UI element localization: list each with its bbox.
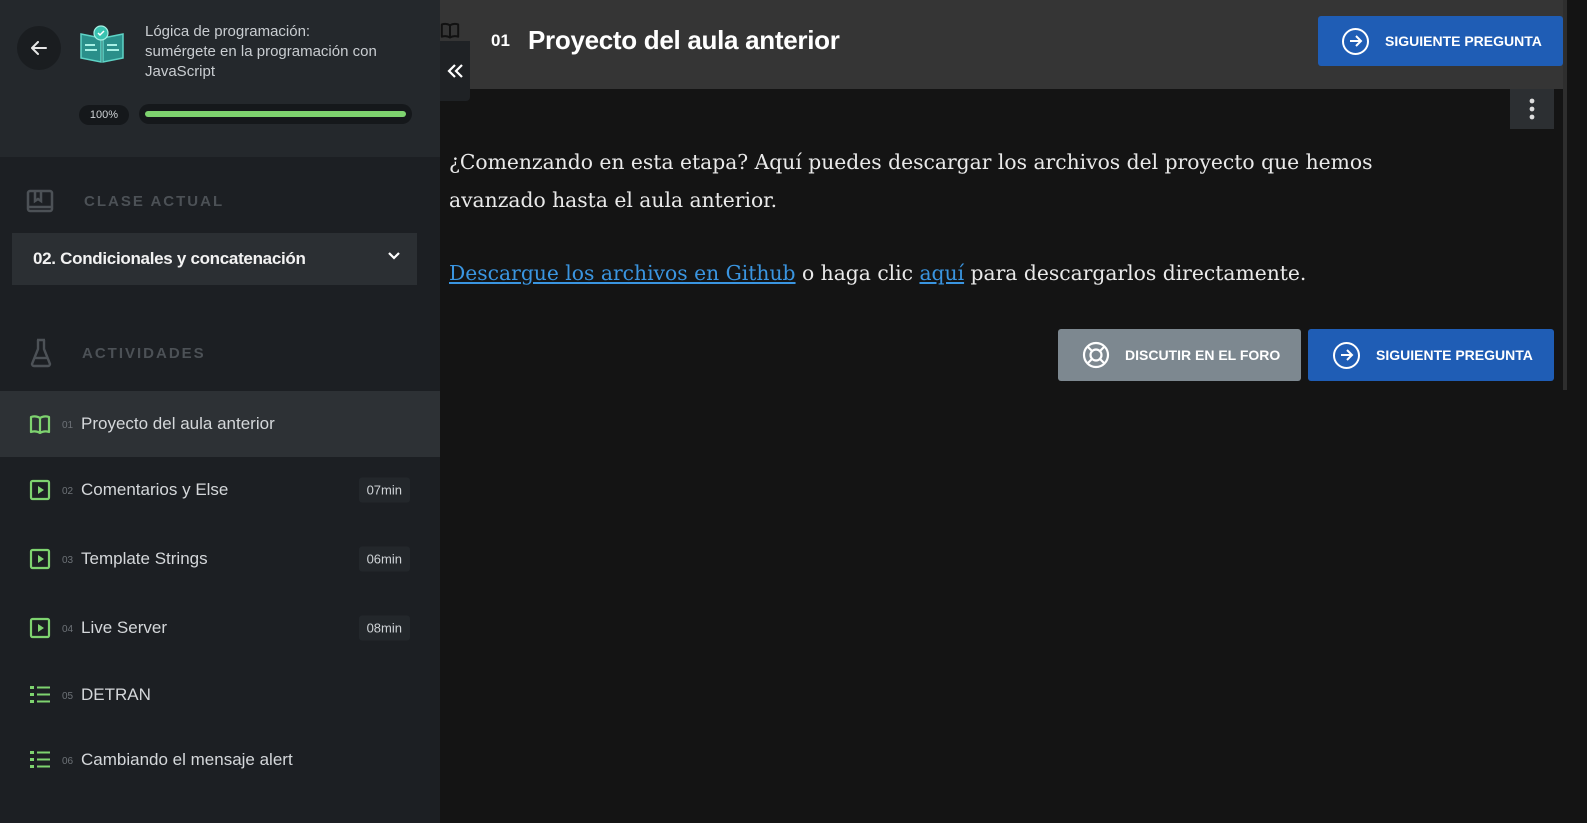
- activity-duration: 08min: [358, 615, 410, 641]
- activity-title: Template Strings: [81, 549, 208, 568]
- current-class-select[interactable]: 02. Condicionales y concatenación: [12, 233, 417, 285]
- activity-title: Cambiando el mensaje alert: [81, 750, 293, 769]
- next-question-button[interactable]: SIGUIENTE PREGUNTA: [1318, 16, 1563, 66]
- arrow-left-icon: [31, 41, 47, 55]
- play-icon: [29, 479, 51, 501]
- lesson-header: 01 Proyecto del aula anterior SIGUIENTE …: [440, 0, 1567, 101]
- next-question-label: SIGUIENTE PREGUNTA: [1385, 33, 1542, 49]
- arrow-right-circle-icon: [1333, 341, 1360, 369]
- progress-bar-fill: [145, 111, 406, 117]
- paragraph-text: o haga clic: [795, 261, 920, 285]
- list-icon: [30, 686, 50, 703]
- class-book-icon: [26, 189, 54, 213]
- next-question-label: SIGUIENTE PREGUNTA: [1376, 347, 1533, 363]
- activity-duration: 06min: [358, 546, 410, 572]
- activity-item-02[interactable]: 02 Comentarios y Else 07min: [0, 458, 440, 522]
- download-paragraph: Descargue los archivos en Github o haga …: [449, 254, 1449, 292]
- collapse-sidebar-button[interactable]: [440, 41, 470, 101]
- activity-number: 03: [62, 555, 74, 567]
- scrollbar[interactable]: [1563, 0, 1567, 390]
- progress-percent: 100%: [79, 105, 129, 125]
- activities-label: ACTIVIDADES: [82, 345, 206, 362]
- course-logo-icon: [80, 25, 124, 63]
- intro-paragraph: ¿Comenzando en esta etapa? Aquí puedes d…: [449, 150, 1373, 212]
- activity-number: 05: [62, 691, 74, 703]
- lesson-number: 01: [491, 31, 510, 50]
- discuss-forum-label: DISCUTIR EN EL FORO: [1125, 347, 1281, 363]
- play-icon: [29, 548, 51, 570]
- activity-item-03[interactable]: 03 Template Strings 06min: [0, 527, 440, 591]
- chevron-down-icon: [388, 252, 400, 260]
- play-icon: [29, 617, 51, 639]
- activity-item-05[interactable]: 05 DETRAN: [0, 663, 440, 727]
- activity-title: Live Server: [81, 618, 167, 637]
- current-class-label: CLASE ACTUAL: [84, 193, 225, 210]
- activity-item-04[interactable]: 04 Live Server 08min: [0, 596, 440, 660]
- activity-duration: 07min: [358, 477, 410, 503]
- activity-title: Proyecto del aula anterior: [81, 414, 275, 433]
- next-question-button-bottom[interactable]: SIGUIENTE PREGUNTA: [1308, 329, 1554, 381]
- paragraph-text: para descargarlos directamente.: [964, 261, 1307, 285]
- sidebar: Lógica de programación: sumérgete en la …: [0, 0, 440, 823]
- activity-number: 04: [62, 624, 74, 636]
- arrow-right-circle-icon: [1342, 27, 1369, 55]
- direct-download-link[interactable]: aquí: [919, 261, 964, 285]
- kebab-menu-icon: [1529, 98, 1535, 120]
- activity-item-06[interactable]: 06 Cambiando el mensaje alert: [0, 728, 440, 792]
- activity-number: 01: [62, 420, 74, 432]
- github-link[interactable]: Descargue los archivos en Github: [449, 261, 796, 285]
- activity-number: 06: [62, 756, 74, 768]
- activity-title: Comentarios y Else: [81, 480, 229, 499]
- discuss-forum-button[interactable]: DISCUTIR EN EL FORO: [1058, 329, 1301, 381]
- activity-title: DETRAN: [81, 685, 151, 704]
- flask-icon: [30, 338, 52, 368]
- more-options-button[interactable]: [1510, 89, 1554, 129]
- book-icon: [29, 415, 51, 435]
- lifebuoy-icon: [1082, 341, 1110, 369]
- book-icon: [440, 22, 460, 39]
- sidebar-header: Lógica de programación: sumérgete en la …: [0, 0, 440, 157]
- course-title: Lógica de programación: sumérgete en la …: [145, 23, 377, 80]
- lesson-content: ¿Comenzando en esta etapa? Aquí puedes d…: [449, 143, 1449, 292]
- double-chevron-left-icon: [447, 64, 463, 78]
- progress-bar: [139, 104, 412, 124]
- list-icon: [30, 751, 50, 768]
- back-button[interactable]: [17, 26, 61, 70]
- current-class-value: 02. Condicionales y concatenación: [33, 249, 306, 268]
- activity-number: 02: [62, 486, 74, 498]
- activity-item-01[interactable]: 01 Proyecto del aula anterior: [0, 391, 440, 457]
- page-title: Proyecto del aula anterior: [528, 25, 840, 55]
